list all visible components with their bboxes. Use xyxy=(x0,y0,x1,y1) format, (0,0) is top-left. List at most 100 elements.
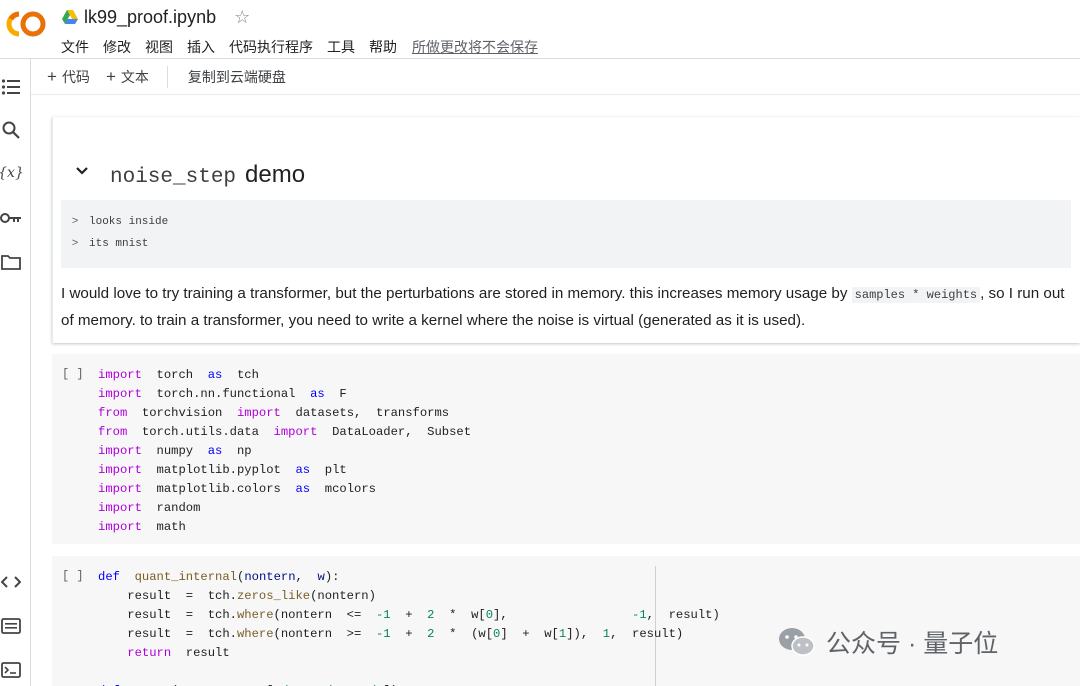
para-text: I would love to try training a transform… xyxy=(61,285,852,302)
notebook-title[interactable]: lk99_proof.ipynb xyxy=(84,7,216,28)
menu-view[interactable]: 视图 xyxy=(145,37,173,57)
chevron-down-icon[interactable] xyxy=(75,164,89,178)
code-line: result = tch.where(nontern <= -1 + 2 * w… xyxy=(98,606,720,625)
code-token: import xyxy=(98,520,142,534)
run-cell-button[interactable]: [ ] xyxy=(62,367,84,381)
code-editor[interactable]: def quant_internal(nontern, w): result =… xyxy=(98,568,720,686)
code-token: result = tch. xyxy=(98,608,237,622)
blockquote: > looks inside > its mnist xyxy=(61,200,1071,268)
command-palette-icon[interactable] xyxy=(0,615,22,637)
code-editor[interactable]: import torch as tch import torch.nn.funct… xyxy=(98,366,471,537)
quote-arrow-icon: > xyxy=(71,238,79,250)
code-token: * (w[ xyxy=(434,627,494,641)
menu-help[interactable]: 帮助 xyxy=(369,37,397,57)
secrets-key-icon[interactable] xyxy=(0,207,22,229)
code-token: + xyxy=(390,627,428,641)
notebook-toolbar: + 代码 + 文本 复制到云端硬盘 xyxy=(31,59,1080,95)
add-text-button[interactable]: + 文本 xyxy=(106,67,149,87)
files-folder-icon[interactable] xyxy=(0,251,22,273)
code-token: tch xyxy=(222,368,259,382)
code-line: import random xyxy=(98,499,471,518)
code-token: as xyxy=(295,482,311,496)
code-token: import xyxy=(98,387,142,401)
code-token: + xyxy=(390,608,428,622)
code-token: F xyxy=(324,387,347,401)
code-token: import xyxy=(273,425,318,439)
star-icon[interactable]: ☆ xyxy=(234,8,250,26)
code-token: torch.nn.functional xyxy=(141,387,311,401)
variables-icon[interactable]: {x} xyxy=(0,162,24,184)
code-line: import math xyxy=(98,518,471,537)
table-of-contents-icon[interactable] xyxy=(0,76,22,98)
terminal-icon[interactable] xyxy=(0,659,22,681)
code-token: w xyxy=(317,570,325,584)
unsaved-changes-link[interactable]: 所做更改将不会保存 xyxy=(412,37,538,57)
quote-line: > looks inside xyxy=(61,216,169,228)
quote-text: looks inside xyxy=(89,216,169,228)
code-token: math xyxy=(141,520,186,534)
add-code-button[interactable]: + 代码 xyxy=(47,67,90,87)
code-token: -1 xyxy=(632,608,647,622)
code-token: where xyxy=(236,608,274,622)
quote-text: its mnist xyxy=(89,238,149,250)
code-line: import numpy as np xyxy=(98,442,471,461)
code-token: random xyxy=(141,501,201,515)
code-line: import matplotlib.pyplot as plt xyxy=(98,461,471,480)
code-token: return xyxy=(127,646,172,660)
code-token: def xyxy=(98,570,120,584)
code-line: from torch.utils.data import DataLoader,… xyxy=(98,423,471,442)
code-token: np xyxy=(222,444,252,458)
code-line: def quant(nontern, w=[1/3, 1/3, 1/3]): xyxy=(98,682,720,686)
code-token: import xyxy=(98,444,142,458)
code-token: , xyxy=(295,570,318,584)
code-token: result xyxy=(171,646,230,660)
code-token: (nontern) xyxy=(310,589,376,603)
code-cell-quant[interactable]: [ ] def quant_internal(nontern, w): resu… xyxy=(52,556,1080,686)
heading-text: demo xyxy=(245,161,306,188)
search-icon[interactable] xyxy=(0,119,22,141)
code-token: nontern xyxy=(244,570,296,584)
run-cell-button[interactable]: [ ] xyxy=(62,569,84,583)
copy-to-drive-button[interactable]: 复制到云端硬盘 xyxy=(188,67,286,87)
code-line: return result xyxy=(98,644,720,663)
code-token: -1 xyxy=(375,627,391,641)
plus-icon: + xyxy=(105,67,116,86)
code-token: result = tch. xyxy=(98,627,237,641)
code-token: 2 xyxy=(427,627,435,641)
paragraph: I would love to try training a transform… xyxy=(61,281,1071,333)
code-token: where xyxy=(236,627,274,641)
add-code-label: 代码 xyxy=(61,68,90,85)
code-cell-imports[interactable]: [ ] import torch as tch import torch.nn.f… xyxy=(52,354,1080,544)
code-token: -1 xyxy=(375,608,391,622)
inline-code: samples * weights xyxy=(851,287,981,303)
code-snippets-icon[interactable] xyxy=(0,571,22,593)
code-token: ): xyxy=(324,570,340,584)
code-line: def quant_internal(nontern, w): xyxy=(98,568,720,587)
menu-runtime[interactable]: 代码执行程序 xyxy=(229,37,313,57)
code-token: ], xyxy=(493,608,632,622)
menu-file[interactable]: 文件 xyxy=(61,37,89,57)
code-token: as xyxy=(207,368,223,382)
code-line: from torchvision import datasets, transf… xyxy=(98,404,471,423)
title-row: lk99_proof.ipynb ☆ xyxy=(62,5,250,29)
menu-tools[interactable]: 工具 xyxy=(327,37,355,57)
code-token: * w[ xyxy=(434,608,486,622)
colab-logo[interactable] xyxy=(6,10,46,38)
menu-bar: 文件 修改 视图 插入 代码执行程序 工具 帮助 所做更改将不会保存 xyxy=(61,37,538,57)
menu-insert[interactable]: 插入 xyxy=(187,37,215,57)
code-token: ]), xyxy=(566,627,603,641)
code-token: 1 xyxy=(602,627,611,641)
menu-edit[interactable]: 修改 xyxy=(103,37,131,57)
code-token: matplotlib.colors xyxy=(141,482,296,496)
text-cell[interactable]: noise_step demo > looks inside > its mni… xyxy=(52,117,1080,343)
code-token: import xyxy=(98,482,142,496)
code-token: mcolors xyxy=(310,482,376,496)
code-line: result = tch.where(nontern >= -1 + 2 * (… xyxy=(98,625,720,644)
code-token: from xyxy=(98,425,128,439)
code-token: quant_internal xyxy=(134,570,237,584)
code-token: (nontern <= xyxy=(273,608,376,622)
left-sidebar: {x} xyxy=(0,59,31,686)
code-token: DataLoader, Subset xyxy=(317,425,472,439)
